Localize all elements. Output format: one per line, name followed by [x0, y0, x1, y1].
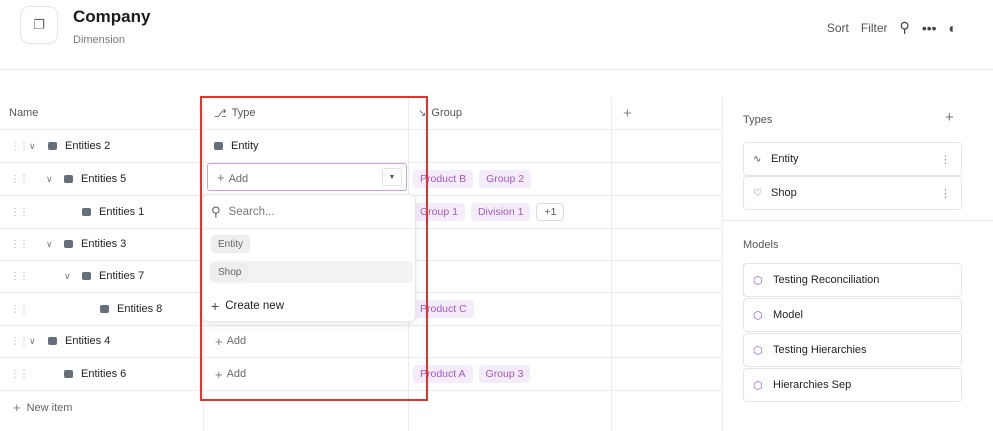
row-name: Entities 5	[81, 173, 127, 185]
dimension-icon: ❐	[20, 6, 58, 44]
entity-icon	[64, 240, 73, 248]
heart-icon: ♡	[753, 187, 762, 199]
filter-button[interactable]: Filter	[861, 21, 888, 35]
drag-handle-icon[interactable]: ⋮⋮	[10, 207, 29, 218]
activity-icon: ∿	[753, 153, 762, 165]
group-tag[interactable]: Division 1	[470, 203, 531, 221]
cube-icon: ⬡	[753, 379, 763, 392]
entity-icon	[64, 175, 73, 183]
types-title: Types	[743, 114, 773, 126]
model-card[interactable]: ⬡ Testing Reconciliation	[743, 263, 962, 297]
row-name: Entities 4	[65, 335, 111, 347]
header-actions: Sort Filter ⚲ ••• ◐	[827, 19, 957, 36]
right-panel: Types + ∿ Entity ⋮ ♡ Shop ⋮ Models ⬡ Tes…	[722, 97, 993, 431]
chevron-down-icon[interactable]: ∨	[46, 239, 53, 250]
model-card[interactable]: ⬡ Testing Hierarchies	[743, 333, 962, 367]
model-card[interactable]: ⬡ Model	[743, 298, 962, 332]
drag-handle-icon[interactable]: ⋮⋮	[10, 271, 29, 282]
cube-icon: ⬡	[753, 344, 763, 357]
more-icon[interactable]: •••	[922, 20, 937, 36]
row-name: Entities 6	[81, 368, 127, 380]
chevron-down-icon[interactable]: ∨	[46, 174, 53, 185]
row-name: Entities 1	[99, 206, 145, 218]
page-title: Company	[73, 7, 151, 26]
type-name: Shop	[771, 187, 797, 199]
column-group-label: Group	[431, 107, 462, 119]
row-name: Entities 2	[65, 140, 111, 152]
row-name: Entities 7	[99, 270, 145, 282]
add-column-button[interactable]: +	[623, 97, 632, 130]
model-name: Hierarchies Sep	[773, 379, 852, 391]
drag-handle-icon[interactable]: ⋮⋮	[10, 336, 29, 347]
drag-handle-icon[interactable]: ⋮⋮	[10, 174, 29, 185]
highlight-box	[200, 96, 428, 401]
column-name-header[interactable]: Name	[9, 97, 39, 130]
model-name: Testing Reconciliation	[773, 274, 880, 286]
row-name: Entities 8	[117, 303, 163, 315]
drag-handle-icon[interactable]: ⋮⋮	[10, 369, 29, 380]
entity-icon	[82, 272, 91, 280]
more-vertical-icon[interactable]: ⋮	[940, 153, 951, 166]
new-item-label: New item	[26, 401, 73, 414]
drag-handle-icon[interactable]: ⋮⋮	[10, 239, 29, 250]
model-name: Model	[773, 309, 803, 321]
page-header: ❐ Company Dimension Sort Filter ⚲ ••• ◐	[0, 0, 993, 70]
sort-button[interactable]: Sort	[827, 21, 849, 35]
cube-icon: ⬡	[753, 309, 763, 322]
chevron-down-icon[interactable]: ∨	[29, 336, 36, 347]
drag-handle-icon[interactable]: ⋮⋮	[10, 304, 29, 315]
add-type-plus-icon[interactable]: +	[945, 109, 954, 126]
plus-icon: +	[13, 400, 21, 415]
type-name: Entity	[771, 153, 799, 165]
chevron-down-icon[interactable]: ∨	[29, 141, 36, 152]
panel-divider	[723, 220, 993, 221]
model-card[interactable]: ⬡ Hierarchies Sep	[743, 368, 962, 402]
entity-icon	[64, 370, 73, 378]
row-name: Entities 3	[81, 238, 127, 250]
entity-icon	[48, 142, 57, 150]
more-groups-badge[interactable]: +1	[536, 203, 565, 221]
drag-handle-icon[interactable]: ⋮⋮	[10, 141, 29, 152]
entity-icon	[48, 337, 57, 345]
contrast-icon[interactable]: ◐	[949, 20, 957, 36]
entity-icon	[82, 208, 91, 216]
type-card-shop[interactable]: ♡ Shop ⋮	[743, 176, 962, 210]
model-name: Testing Hierarchies	[773, 344, 867, 356]
group-tag[interactable]: Group 2	[479, 170, 532, 188]
type-card-entity[interactable]: ∿ Entity ⋮	[743, 142, 962, 176]
models-title: Models	[743, 239, 779, 251]
cube-icon: ⬡	[753, 274, 763, 287]
entity-icon	[100, 305, 109, 313]
chevron-down-icon[interactable]: ∨	[64, 271, 71, 282]
more-vertical-icon[interactable]: ⋮	[940, 187, 951, 200]
group-tag[interactable]: Group 3	[478, 365, 531, 383]
search-icon[interactable]: ⚲	[900, 19, 910, 36]
page-subtitle: Dimension	[73, 34, 125, 46]
new-item-button[interactable]: + New item	[13, 400, 72, 415]
